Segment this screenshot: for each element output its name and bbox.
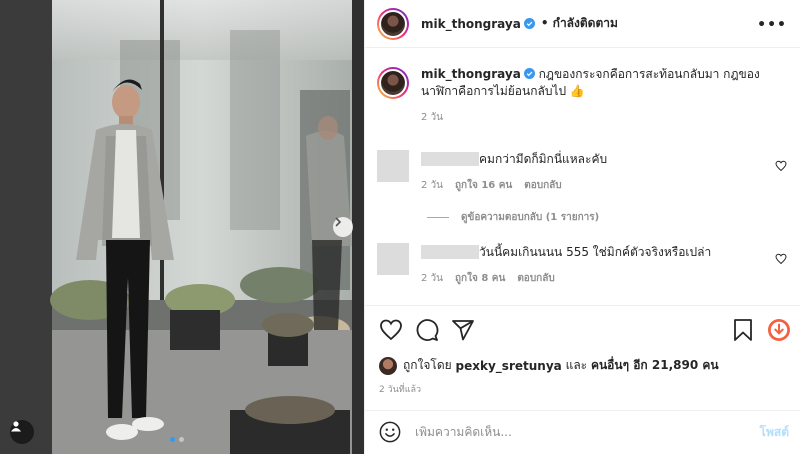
verified-badge-icon — [523, 18, 535, 29]
add-comment-bar: โพสต์ — [365, 410, 800, 454]
following-status[interactable]: • กำลังติดตาม — [541, 14, 618, 33]
caption-text-block: mik_thongraya กฎของกระจกคือการสะท้อนกลับ… — [421, 66, 783, 100]
tagged-users-button[interactable] — [10, 420, 34, 444]
verified-badge-icon — [523, 68, 535, 79]
caption-author-avatar[interactable] — [377, 67, 409, 99]
user-icon — [11, 421, 21, 432]
reply-button[interactable]: ตอบกลับ — [517, 271, 554, 286]
post-timestamp[interactable]: 2 วันที่แล้ว — [379, 382, 421, 396]
comment-item: คมกว่ามีดก็มิกนี่แหละคับ 2 วัน ถูกใจ 16 … — [377, 150, 797, 193]
carousel-indicator — [170, 437, 184, 442]
comment-likes[interactable]: ถูกใจ 16 คน — [455, 178, 512, 193]
view-replies-button[interactable]: ดูข้อความตอบกลับ (1 รายการ) — [427, 210, 599, 225]
author-avatar[interactable] — [377, 7, 409, 40]
likes-others-count[interactable]: คนอื่นๆ อีก 21,890 คน — [591, 356, 719, 375]
like-comment-icon[interactable] — [775, 160, 787, 172]
liker-avatar[interactable] — [379, 356, 397, 375]
post-header: mik_thongraya • กำลังติดตาม ••• — [365, 0, 800, 48]
comment-timestamp[interactable]: 2 วัน — [421, 178, 443, 193]
carousel-dot — [179, 437, 184, 442]
comment-timestamp[interactable]: 2 วัน — [421, 271, 443, 286]
commenter-name-blurred[interactable] — [421, 245, 479, 259]
caption-timestamp[interactable]: 2 วัน — [421, 110, 783, 125]
author-username[interactable]: mik_thongraya — [421, 17, 521, 31]
post-photo[interactable] — [0, 0, 364, 454]
photo-illustration — [0, 0, 364, 454]
share-direct-icon[interactable] — [451, 318, 475, 342]
likes-middle: และ — [565, 358, 588, 372]
comment-text: วันนี้คมเกินนนน 555 ใช่มิกค์ตัวจริงหรือเ… — [479, 244, 712, 259]
commenter-name-blurred[interactable] — [421, 152, 479, 166]
comment-input[interactable] — [415, 425, 760, 439]
view-replies-label: ดูข้อความตอบกลับ (1 รายการ) — [461, 212, 600, 223]
caption-username[interactable]: mik_thongraya — [421, 67, 521, 81]
carousel-dot — [170, 437, 175, 442]
post-comment-button[interactable]: โพสต์ — [760, 423, 789, 442]
like-heart-icon[interactable] — [379, 318, 403, 342]
comment-likes[interactable]: ถูกใจ 8 คน — [455, 271, 505, 286]
commenter-avatar-blurred[interactable] — [377, 150, 409, 182]
reply-button[interactable]: ตอบกลับ — [524, 178, 561, 193]
liker-username[interactable]: pexky_sretunya — [456, 359, 562, 373]
post-details-panel: mik_thongraya • กำลังติดตาม ••• mik_thon… — [364, 0, 800, 454]
like-comment-icon[interactable] — [775, 253, 787, 265]
commenter-avatar-blurred[interactable] — [377, 243, 409, 275]
replies-divider-line — [427, 217, 449, 218]
comment-item: วันนี้คมเกินนนน 555 ใช่มิกค์ตัวจริงหรือเ… — [377, 243, 797, 286]
post-caption: mik_thongraya กฎของกระจกคือการสะท้อนกลับ… — [377, 66, 797, 125]
actions-divider — [365, 305, 800, 306]
download-badge-icon[interactable] — [767, 318, 791, 342]
likes-summary: ถูกใจโดย pexky_sretunya และ คนอื่นๆ อีก … — [379, 356, 719, 375]
emoji-icon[interactable] — [379, 421, 401, 443]
likes-prefix: ถูกใจโดย — [403, 358, 452, 372]
comment-bubble-icon[interactable] — [415, 318, 439, 342]
save-bookmark-icon[interactable] — [731, 318, 755, 342]
more-options-icon[interactable]: ••• — [757, 17, 787, 33]
post-actions-bar — [379, 318, 791, 344]
chevron-right-icon — [335, 217, 342, 227]
next-photo-button[interactable] — [333, 217, 353, 237]
comment-text: คมกว่ามีดก็มิกนี่แหละคับ — [479, 151, 608, 166]
